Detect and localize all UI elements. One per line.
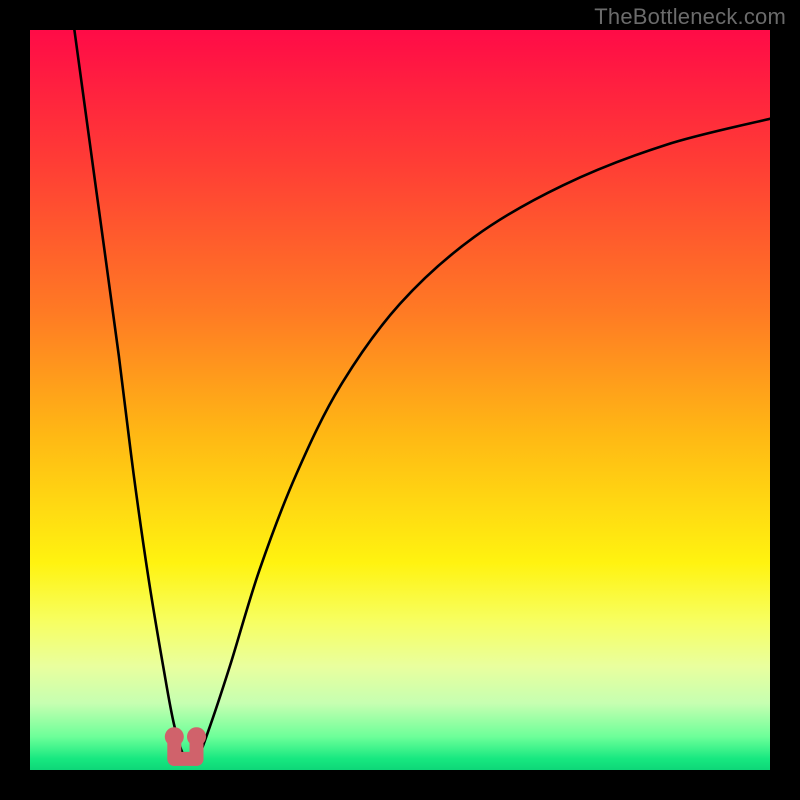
plot-area (30, 30, 770, 770)
watermark-text: TheBottleneck.com (594, 4, 786, 30)
gradient-background (30, 30, 770, 770)
chart-svg (30, 30, 770, 770)
chart-frame: TheBottleneck.com (0, 0, 800, 800)
